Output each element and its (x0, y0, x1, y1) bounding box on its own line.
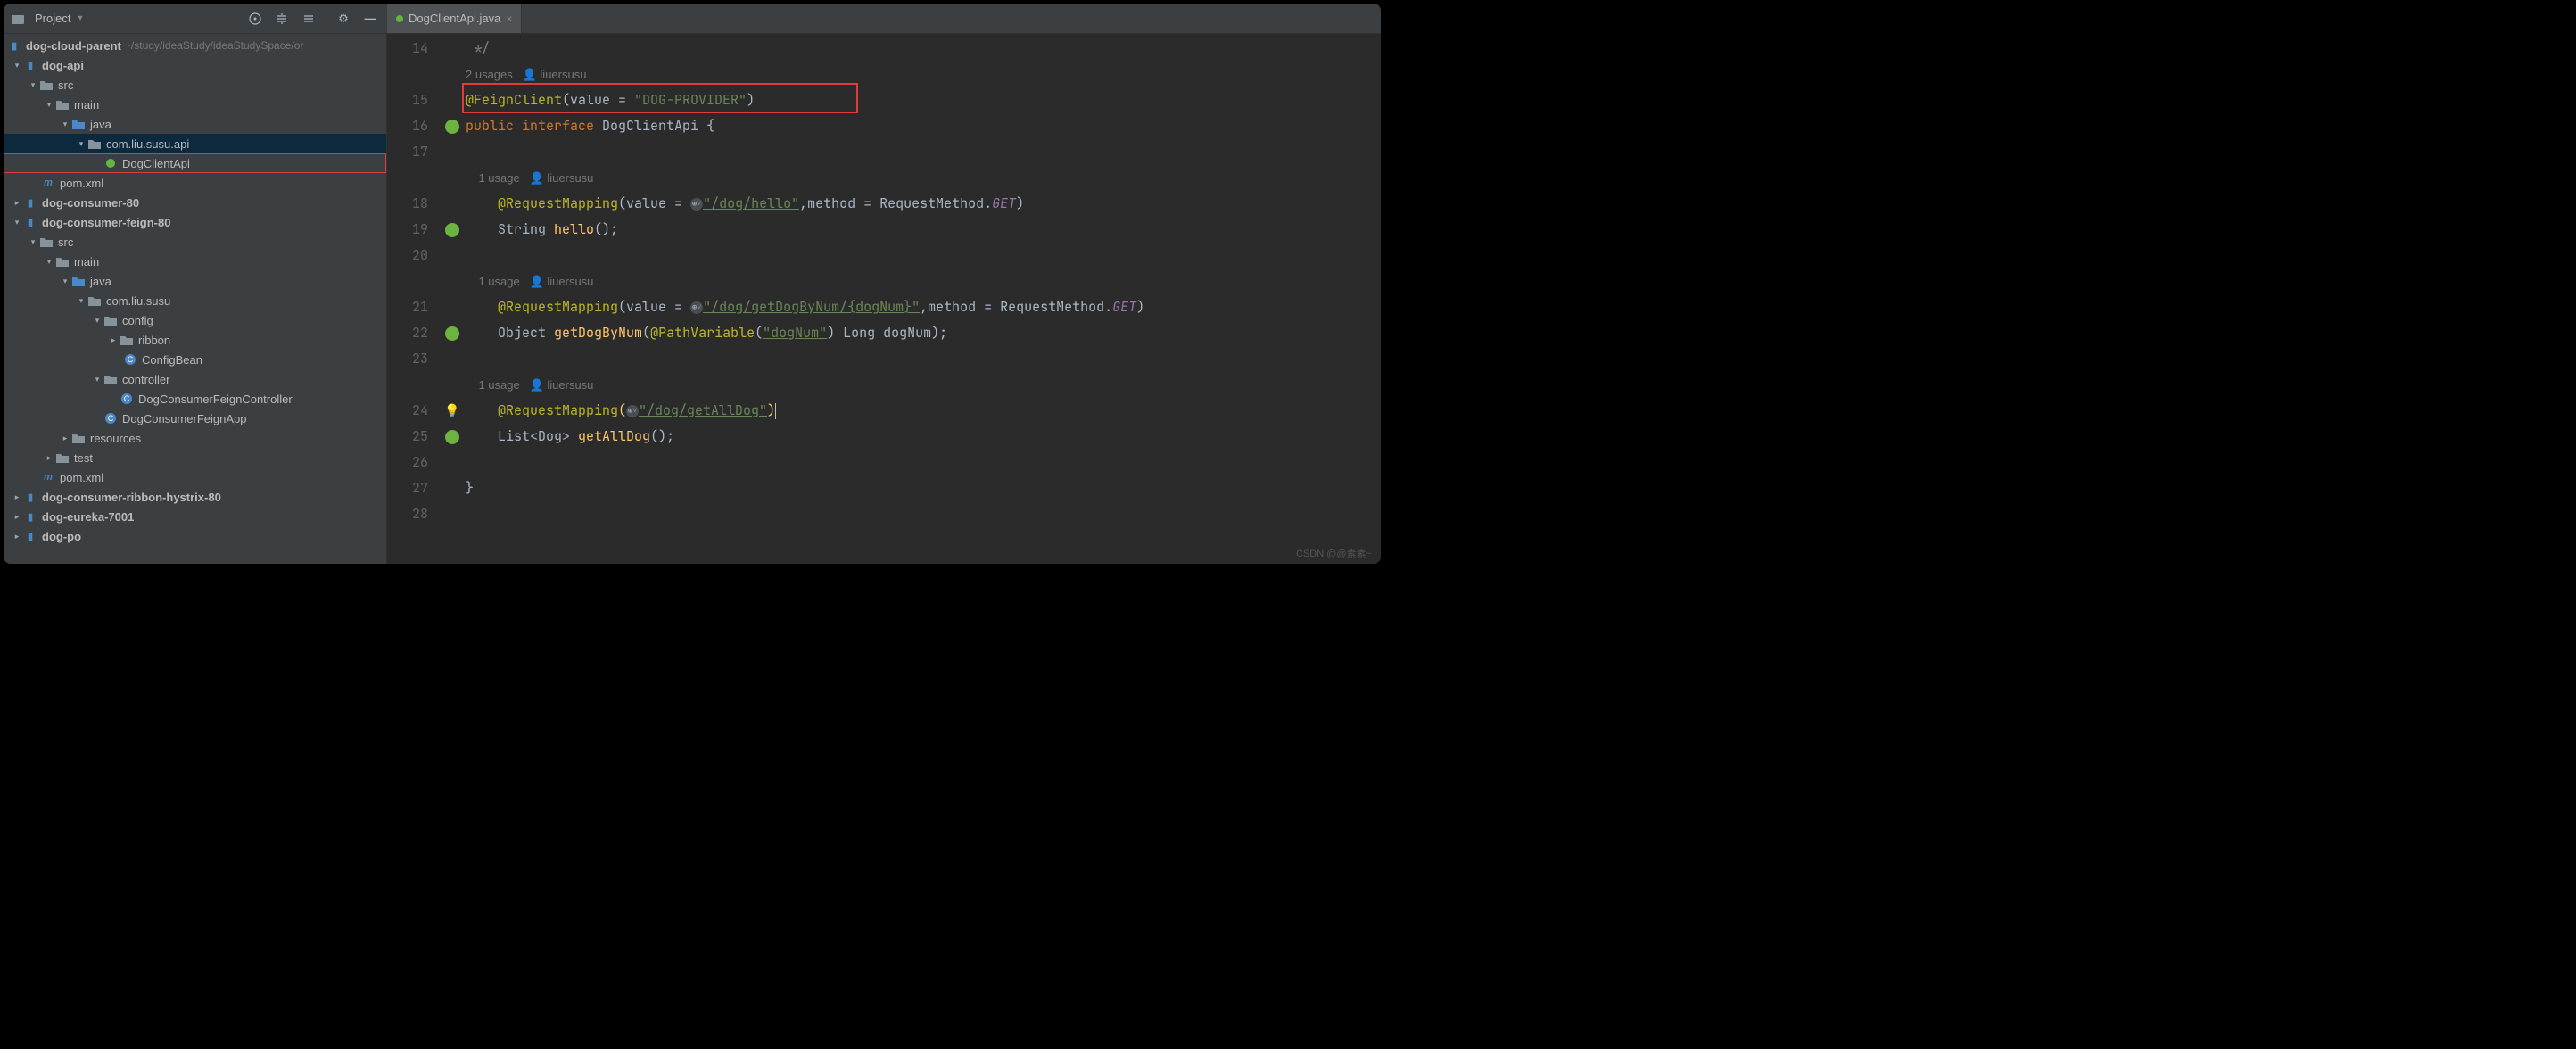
interface-icon (103, 157, 118, 169)
text-caret (775, 403, 776, 419)
folder-icon (55, 255, 70, 268)
class-icon: C (120, 392, 134, 405)
spring-icon[interactable] (445, 120, 459, 134)
resources-folder-icon (71, 432, 86, 444)
package-icon (103, 314, 118, 326)
tree-main[interactable]: main (4, 95, 386, 114)
module-icon: ▮ (7, 39, 21, 52)
tree-pom[interactable]: m pom.xml (4, 173, 386, 193)
module-icon: ▮ (23, 491, 37, 503)
maven-icon: m (41, 177, 55, 189)
spring-icon[interactable] (445, 223, 459, 237)
tree-pkg2[interactable]: com.liu.susu (4, 291, 386, 310)
module-icon: ▮ (23, 216, 37, 228)
tree-resources[interactable]: resources (4, 428, 386, 448)
tree-root[interactable]: ▮ dog-cloud-parent ~/study/ideaStudy/ide… (4, 36, 386, 55)
tree-java2[interactable]: java (4, 271, 386, 291)
code-area[interactable]: */ 2 usages 👤 liuersusu @FeignClient(val… (466, 34, 1381, 564)
package-icon (103, 373, 118, 385)
tree-ribbon-hystrix[interactable]: ▮ dog-consumer-ribbon-hystrix-80 (4, 487, 386, 507)
minimize-icon[interactable]: — (360, 9, 380, 29)
tree-eureka[interactable]: ▮ dog-eureka-7001 (4, 507, 386, 526)
folder-icon (55, 451, 70, 464)
tree-java[interactable]: java (4, 114, 386, 134)
spring-icon[interactable] (445, 326, 459, 341)
tree-src2[interactable]: src (4, 232, 386, 252)
tree-dog-api[interactable]: ▮ dog-api (4, 55, 386, 75)
tree-controller[interactable]: controller (4, 369, 386, 389)
tree-feignapp[interactable]: C DogConsumerFeignApp (4, 409, 386, 428)
package-icon (87, 137, 102, 150)
line-gutter: 14 15 16 17 18 19 20 21 22 23 24 25 26 2… (387, 34, 439, 564)
chevron-down-icon: ▾ (78, 13, 82, 23)
globe-icon[interactable]: ⊕˅ (690, 198, 703, 211)
tree-main2[interactable]: main (4, 252, 386, 271)
close-icon[interactable]: × (506, 12, 512, 25)
maven-icon: m (41, 471, 55, 483)
module-icon: ▮ (23, 530, 37, 542)
tree-ribbon[interactable]: ribbon (4, 330, 386, 350)
titlebar: Project ▾ ⚙ — DogClientApi.java × (4, 4, 1381, 34)
tree-configbean[interactable]: C ConfigBean (4, 350, 386, 369)
source-folder-icon (71, 275, 86, 287)
person-icon: 👤 (530, 275, 548, 288)
folder-icon (39, 235, 54, 248)
spring-icon[interactable] (445, 430, 459, 444)
expand-all-icon[interactable] (272, 9, 292, 29)
project-icon (11, 12, 25, 25)
editor-tabs: DogClientApi.java × (387, 4, 522, 33)
tab-dogclientapi[interactable]: DogClientApi.java × (387, 4, 522, 33)
class-icon: C (103, 412, 118, 425)
folder-icon (55, 98, 70, 111)
tree-config[interactable]: config (4, 310, 386, 330)
source-folder-icon (71, 118, 86, 130)
tree-dogclientapi[interactable]: DogClientApi (4, 153, 386, 173)
tree-dog-consumer-80[interactable]: ▮ dog-consumer-80 (4, 193, 386, 212)
gutter-marks: 💡 (439, 34, 466, 564)
globe-icon[interactable]: ⊕˅ (626, 405, 639, 417)
person-icon: 👤 (530, 171, 548, 185)
tree-dog-consumer-feign-80[interactable]: ▮ dog-consumer-feign-80 (4, 212, 386, 232)
person-icon: 👤 (530, 378, 548, 392)
tree-test[interactable]: test (4, 448, 386, 467)
ide-body: ▮ dog-cloud-parent ~/study/ideaStudy/ide… (4, 34, 1381, 564)
bulb-icon[interactable]: 💡 (444, 403, 459, 419)
module-icon: ▮ (23, 510, 37, 523)
tree-feignctrl[interactable]: C DogConsumerFeignController (4, 389, 386, 409)
code-editor[interactable]: 14 15 16 17 18 19 20 21 22 23 24 25 26 2… (387, 34, 1381, 564)
tree-package[interactable]: com.liu.susu.api (4, 134, 386, 153)
project-tree[interactable]: ▮ dog-cloud-parent ~/study/ideaStudy/ide… (4, 34, 387, 564)
class-icon: C (123, 353, 137, 366)
person-icon: 👤 (523, 68, 541, 81)
project-tool-header: Project ▾ ⚙ — (4, 4, 387, 33)
folder-icon (39, 78, 54, 91)
java-file-icon (396, 15, 403, 22)
package-icon (120, 334, 134, 346)
collapse-all-icon[interactable] (299, 9, 318, 29)
module-icon: ▮ (23, 196, 37, 209)
gear-icon[interactable]: ⚙ (334, 9, 353, 29)
tree-pom2[interactable]: m pom.xml (4, 467, 386, 487)
package-icon (87, 294, 102, 307)
ide-window: Project ▾ ⚙ — DogClientApi.java × ▮ dog-… (4, 4, 1381, 564)
watermark: CSDN @@素素~ (1296, 546, 1372, 560)
globe-icon[interactable]: ⊕˅ (690, 301, 703, 314)
target-icon[interactable] (245, 9, 265, 29)
tree-src[interactable]: src (4, 75, 386, 95)
module-icon: ▮ (23, 59, 37, 71)
project-label[interactable]: Project ▾ (11, 12, 83, 25)
tree-dog-po[interactable]: ▮ dog-po (4, 526, 386, 546)
